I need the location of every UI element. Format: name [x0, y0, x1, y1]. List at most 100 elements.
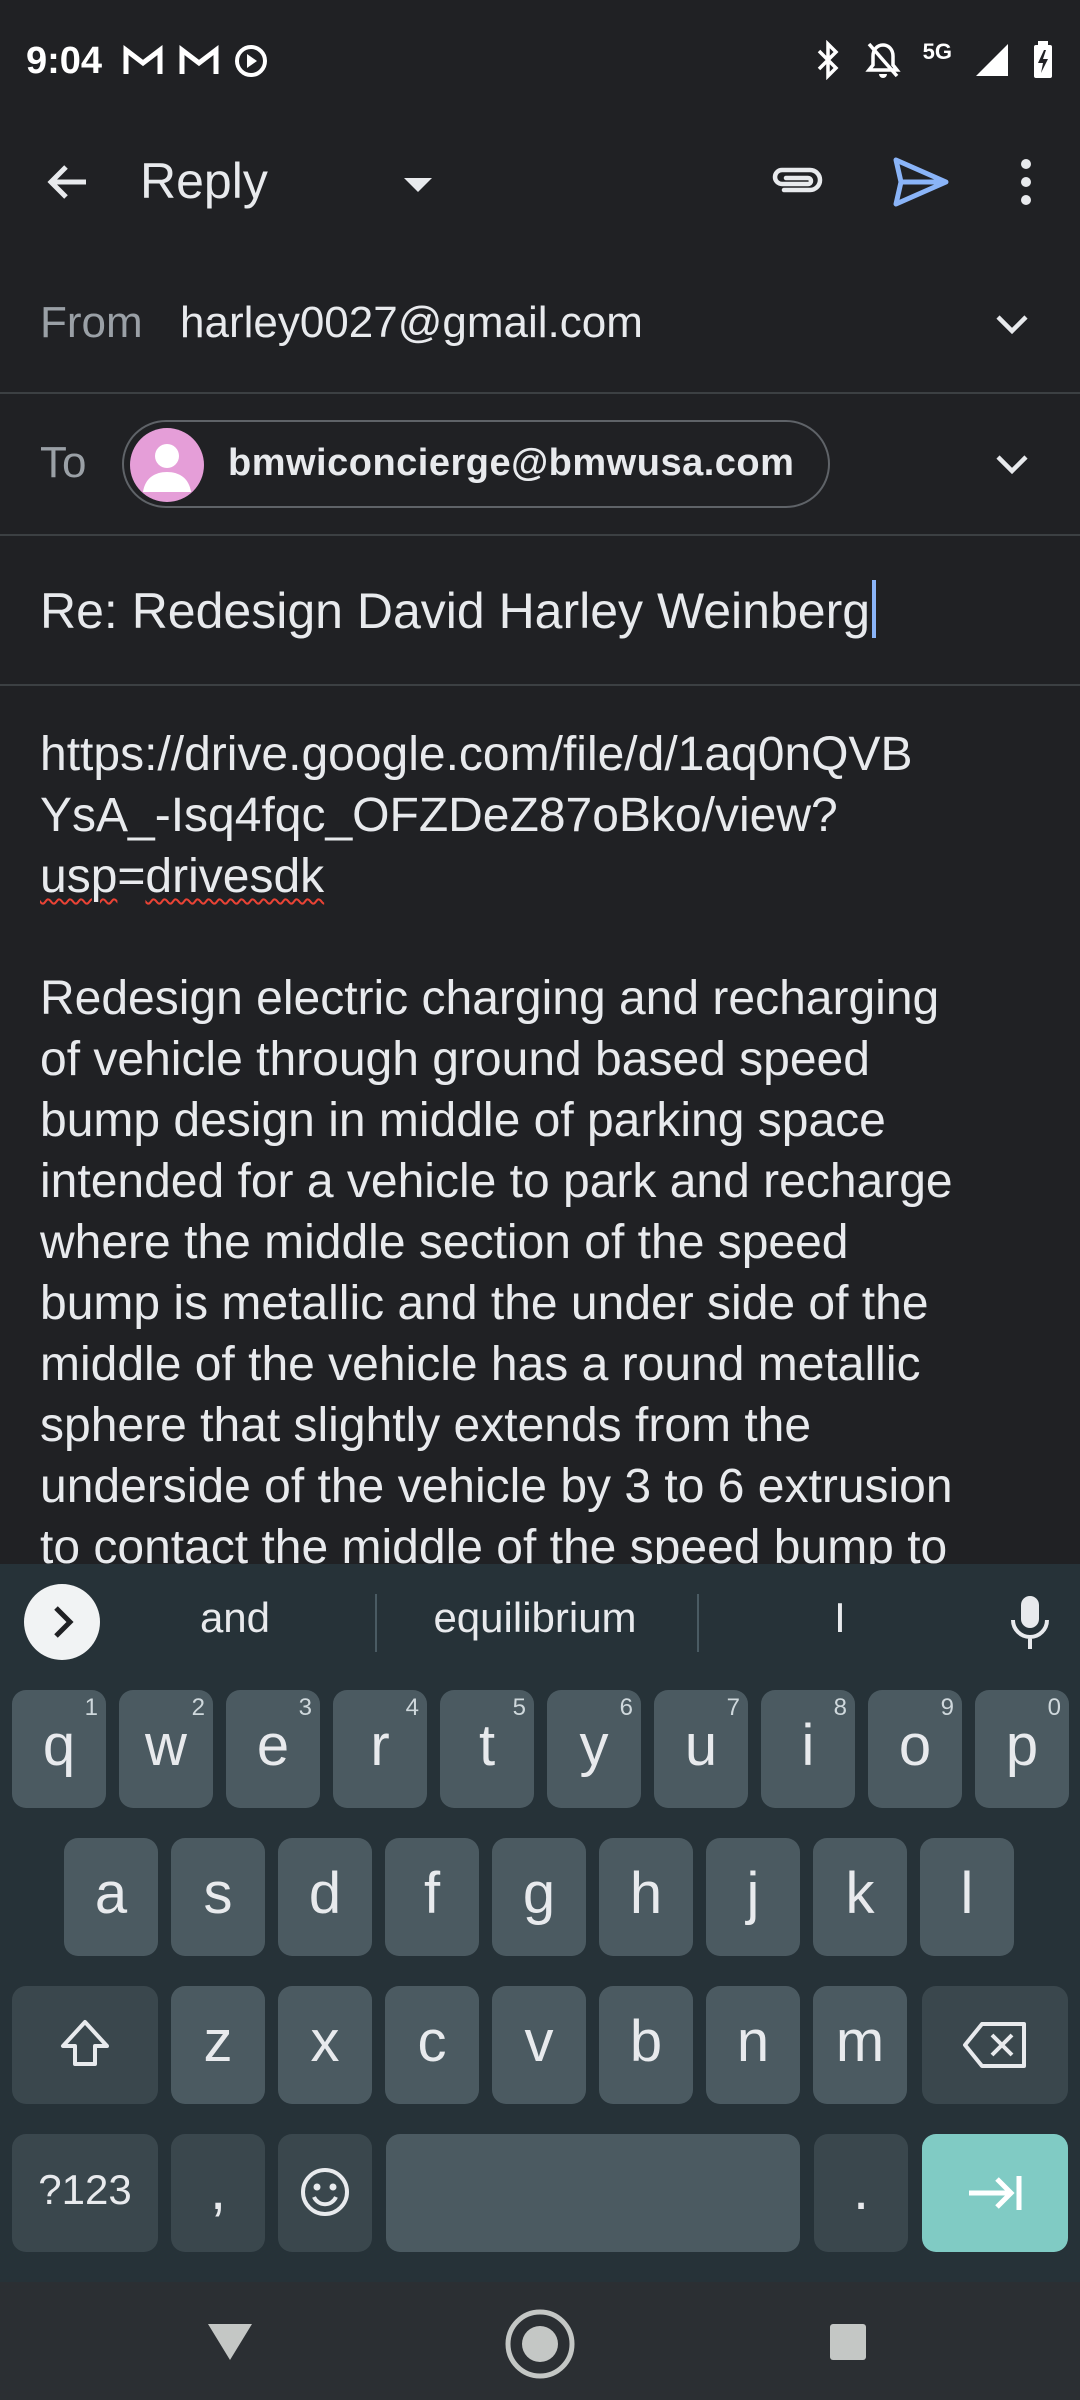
chevron-down-icon[interactable] [984, 296, 1040, 352]
misspelled-word[interactable]: usp [40, 850, 117, 903]
body-line: underside of the vehicle by 3 to 6 extru… [40, 1460, 953, 1513]
key-q[interactable]: 1q [12, 1690, 106, 1808]
suggestion-divider [697, 1594, 699, 1652]
body-line: intended for a vehicle to park and recha… [40, 1155, 953, 1208]
to-row[interactable]: To bmwiconcierge@bmwusa.com [0, 394, 1080, 536]
key-c[interactable]: c [385, 1986, 479, 2104]
key-n[interactable]: n [706, 1986, 800, 2104]
key-p[interactable]: 0p [975, 1690, 1069, 1808]
space-key[interactable] [386, 2134, 800, 2252]
backspace-key[interactable] [922, 1986, 1068, 2104]
key-y[interactable]: 6y [547, 1690, 641, 1808]
body-line: to contact the middle of the speed bump … [40, 1521, 948, 1564]
body-line: bump is metallic and the under side of t… [40, 1277, 929, 1330]
gmail-icon [123, 44, 163, 74]
message-body[interactable]: https://drive.google.com/file/d/1aq0nQVB… [40, 724, 1050, 1564]
backspace-icon [963, 2022, 1026, 2068]
key-l[interactable]: l [920, 1838, 1014, 1956]
network-type: 5G [922, 39, 952, 64]
to-label: To [40, 438, 87, 487]
status-time: 9:04 [26, 40, 103, 82]
chevron-right-icon [54, 1606, 74, 1638]
body-line: sphere that slightly extends from the [40, 1399, 812, 1452]
avatar [130, 428, 204, 502]
shift-key[interactable] [12, 1986, 158, 2104]
signal-icon [976, 44, 1008, 76]
key-x[interactable]: x [278, 1986, 372, 2104]
key-g[interactable]: g [492, 1838, 586, 1956]
link-line: https://drive.google.com/file/d/1aq0nQVB [40, 728, 913, 781]
period-key[interactable]: . [814, 2134, 908, 2252]
suggestion-1[interactable]: and [150, 1594, 320, 1642]
media-play-icon [235, 45, 267, 77]
nav-home-icon[interactable] [502, 2306, 578, 2382]
subject-row[interactable]: Re: Redesign David Harley Weinberg [0, 536, 1080, 686]
subject-field[interactable]: Re: Redesign David Harley Weinberg [40, 580, 877, 640]
recipient-email: bmwiconcierge@bmwusa.com [228, 442, 795, 484]
link-line: YsA_-Isq4fqc_OFZDeZ87oBko/view? [40, 789, 838, 842]
expand-toolbar-button[interactable] [24, 1584, 100, 1660]
body-line: bump design in middle of parking space [40, 1094, 886, 1147]
body-line: of vehicle through ground based speed [40, 1033, 870, 1086]
key-f[interactable]: f [385, 1838, 479, 1956]
system-nav-bar [0, 2282, 1080, 2400]
key-h[interactable]: h [599, 1838, 693, 1956]
person-icon [143, 444, 191, 492]
misspelled-word[interactable]: drivesdk [145, 850, 324, 903]
key-w[interactable]: 2w [119, 1690, 213, 1808]
key-z[interactable]: z [171, 1986, 265, 2104]
key-u[interactable]: 7u [654, 1690, 748, 1808]
mic-icon[interactable] [1006, 1592, 1054, 1652]
body-line: middle of the vehicle has a round metall… [40, 1338, 921, 1391]
bluetooth-icon [817, 40, 839, 80]
key-r[interactable]: 4r [333, 1690, 427, 1808]
key-i[interactable]: 8i [761, 1690, 855, 1808]
key-t[interactable]: 5t [440, 1690, 534, 1808]
notifications-off-icon [864, 42, 901, 78]
gmail-icon [179, 44, 219, 74]
suggestion-3[interactable]: I [780, 1594, 900, 1642]
enter-key[interactable] [922, 2134, 1068, 2252]
key-j[interactable]: j [706, 1838, 800, 1956]
key-e[interactable]: 3e [226, 1690, 320, 1808]
nav-recents-icon[interactable] [828, 2322, 868, 2362]
key-v[interactable]: v [492, 1986, 586, 2104]
symbols-key[interactable]: ?123 [12, 2134, 158, 2252]
key-b[interactable]: b [599, 1986, 693, 2104]
key-m[interactable]: m [813, 1986, 907, 2104]
emoji-icon [301, 2168, 349, 2216]
key-s[interactable]: s [171, 1838, 265, 1956]
attach-icon[interactable] [766, 150, 830, 214]
recipient-chip[interactable]: bmwiconcierge@bmwusa.com [122, 420, 830, 508]
tab-next-icon [969, 2176, 1022, 2210]
suggestion-bar: and equilibrium I [0, 1564, 1080, 1674]
text-cursor [872, 580, 877, 638]
key-a[interactable]: a [64, 1838, 158, 1956]
back-arrow-icon[interactable] [36, 150, 100, 214]
more-vert-icon[interactable] [994, 150, 1058, 214]
key-o[interactable]: 9o [868, 1690, 962, 1808]
chevron-down-icon[interactable] [984, 436, 1040, 492]
suggestion-2[interactable]: equilibrium [395, 1594, 675, 1642]
compose-toolbar: Reply [0, 126, 1080, 236]
body-line: where the middle section of the speed [40, 1216, 849, 1269]
dropdown-caret-icon[interactable] [396, 162, 440, 206]
send-icon[interactable] [886, 148, 954, 216]
emoji-key[interactable] [278, 2134, 372, 2252]
nav-back-icon[interactable] [202, 2316, 258, 2366]
link-line: usp=drivesdk [40, 850, 325, 903]
from-label: From [40, 298, 143, 347]
subject-text: Re: Redesign David Harley Weinberg [40, 583, 871, 639]
from-address[interactable]: harley0027@gmail.com [180, 298, 643, 348]
keyboard: and equilibrium I 1q 2w 3e 4r 5t 6y 7u 8… [0, 1564, 1080, 2282]
from-row[interactable]: From harley0027@gmail.com [0, 256, 1080, 394]
battery-icon [1034, 41, 1052, 78]
shift-icon [61, 2020, 109, 2066]
comma-key[interactable]: , [171, 2134, 265, 2252]
key-k[interactable]: k [813, 1838, 907, 1956]
compose-title: Reply [140, 153, 268, 209]
key-d[interactable]: d [278, 1838, 372, 1956]
status-bar: 9:04 5G [0, 0, 1080, 126]
body-line: Redesign electric charging and rechargin… [40, 972, 940, 1025]
suggestion-divider [375, 1594, 377, 1652]
